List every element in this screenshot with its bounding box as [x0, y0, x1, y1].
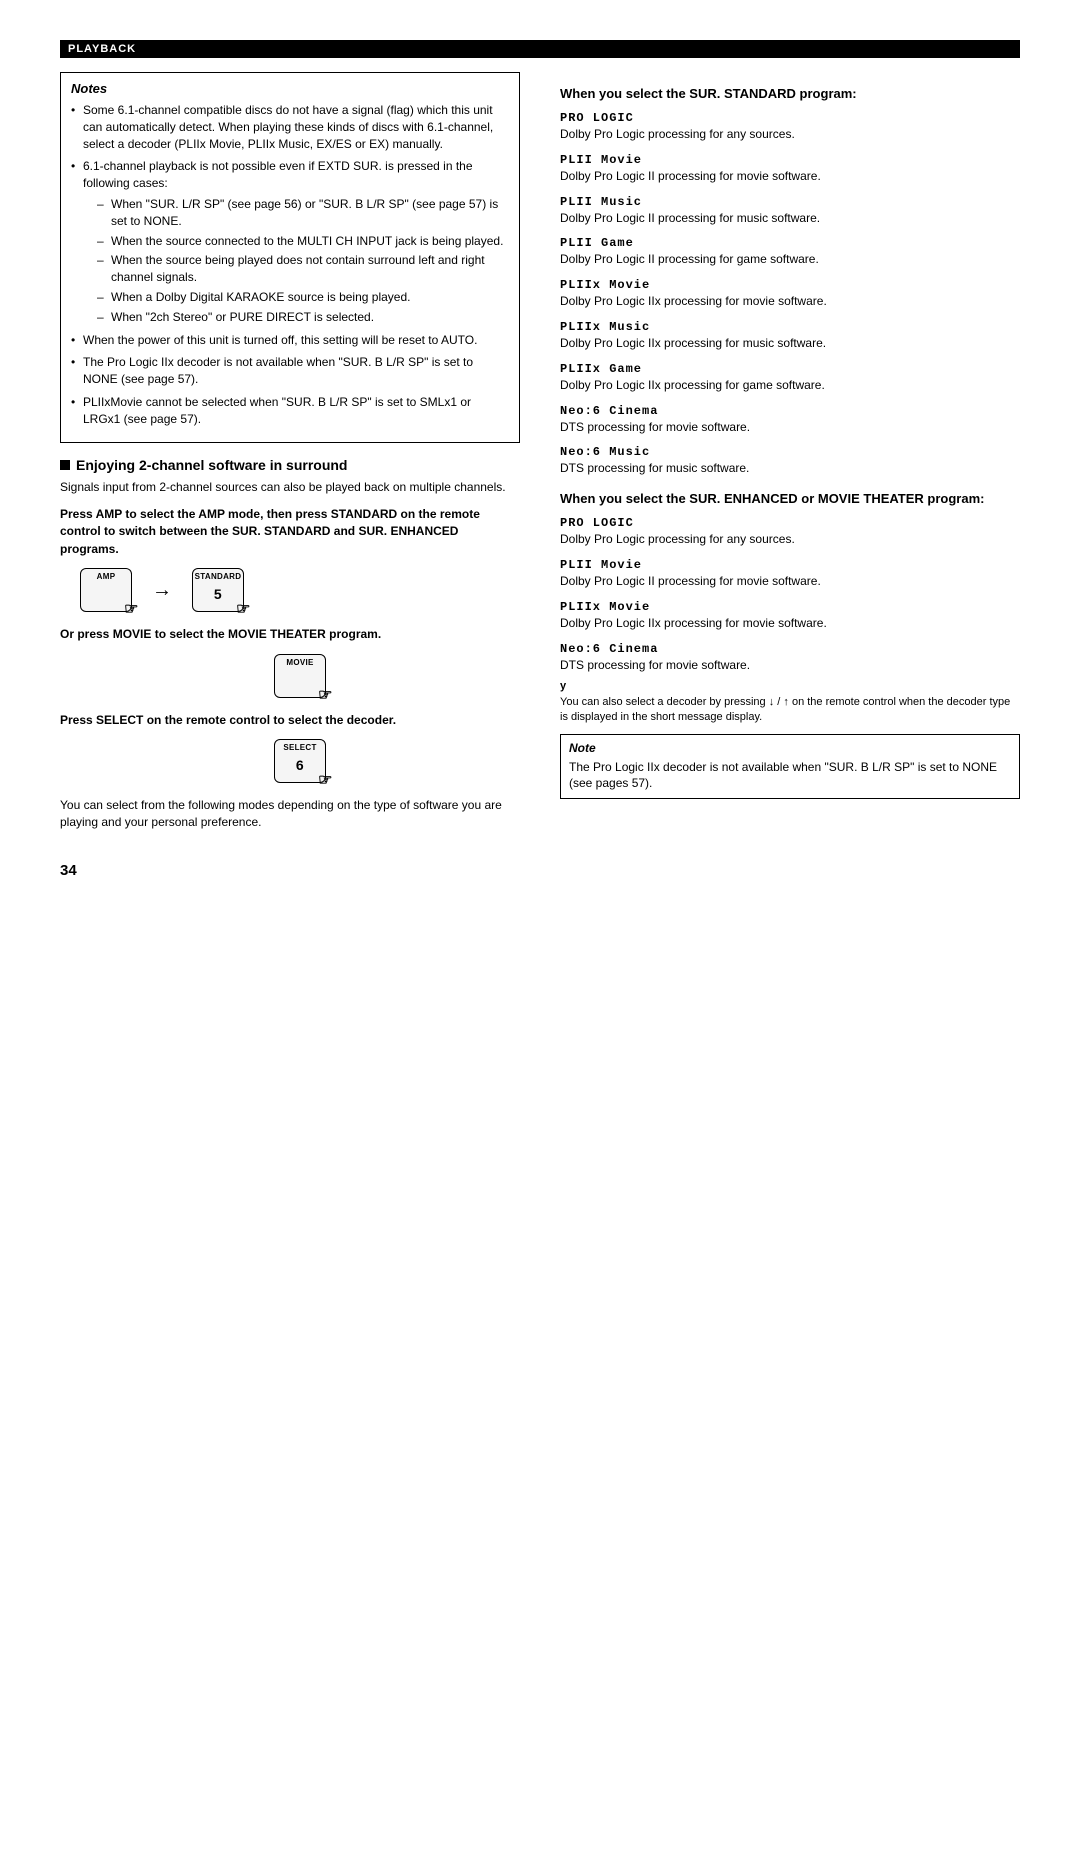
select-btn-number: 6	[296, 757, 304, 773]
standard-btn-shape: STANDARD 5 ☞	[192, 568, 244, 612]
program-name-1: PLII Movie	[560, 153, 1020, 167]
note-item-1: Some 6.1-channel compatible discs do not…	[71, 102, 509, 152]
note-small-text: The Pro Logic IIx decoder is not availab…	[569, 759, 1011, 793]
program-name-5: PLIIx Music	[560, 320, 1020, 334]
notes-list: Some 6.1-channel compatible discs do not…	[71, 102, 509, 428]
select-btn-shape: SELECT 6 ☞	[274, 739, 326, 783]
program-name-2: PLII Music	[560, 195, 1020, 209]
program-name-7: Neo:6 Cinema	[560, 404, 1020, 418]
program-item-4: PLIIx Movie Dolby Pro Logic IIx processi…	[560, 278, 1020, 310]
note-item-4: The Pro Logic IIx decoder is not availab…	[71, 354, 509, 388]
eprogram-desc-2: Dolby Pro Logic IIx processing for movie…	[560, 615, 1020, 632]
program-desc-5: Dolby Pro Logic IIx processing for music…	[560, 335, 1020, 352]
program-item-8: Neo:6 Music DTS processing for music sof…	[560, 445, 1020, 477]
arrow-icon: →	[152, 579, 172, 602]
right-column: When you select the SUR. STANDARD progra…	[560, 72, 1020, 879]
program-name-4: PLIIx Movie	[560, 278, 1020, 292]
amp-hand-icon: ☞	[124, 599, 139, 619]
eprogram-name-3: Neo:6 Cinema	[560, 642, 1020, 656]
section-body: Signals input from 2-channel sources can…	[60, 479, 520, 496]
page-number: 34	[60, 862, 520, 879]
note-item-2: 6.1-channel playback is not possible eve…	[71, 158, 509, 325]
amp-btn-label: AMP	[97, 572, 116, 581]
section-heading: Enjoying 2-channel software in surround	[60, 457, 520, 473]
button-diagram-1: AMP ☞ → STANDARD 5 ☞	[80, 568, 520, 612]
program-desc-6: Dolby Pro Logic IIx processing for game …	[560, 377, 1020, 394]
amp-button-diagram: AMP ☞	[80, 568, 132, 612]
eprogram-desc-3: DTS processing for movie software.	[560, 657, 1020, 674]
note-item-5: PLIIxMovie cannot be selected when "SUR.…	[71, 394, 509, 428]
enhanced-programs-list: PRO LOGIC Dolby Pro Logic processing for…	[560, 516, 1020, 673]
notes-box: Notes Some 6.1-channel compatible discs …	[60, 72, 520, 443]
select-button-diagram: SELECT 6 ☞	[80, 739, 520, 783]
section2-title: When you select the SUR. ENHANCED or MOV…	[560, 491, 1020, 506]
sub-item-1: When "SUR. L/R SP" (see page 56) or "SUR…	[97, 196, 509, 230]
movie-button-diagram: MOVIE ☞	[80, 654, 520, 698]
eprogram-item-3: Neo:6 Cinema DTS processing for movie so…	[560, 642, 1020, 674]
eprogram-name-1: PLII Movie	[560, 558, 1020, 572]
eprogram-item-2: PLIIx Movie Dolby Pro Logic IIx processi…	[560, 600, 1020, 632]
select-hand-icon: ☞	[318, 770, 333, 790]
button-diagram-2: MOVIE ☞	[80, 654, 520, 698]
instruction-2: Or press MOVIE to select the MOVIE THEAT…	[60, 626, 520, 643]
eprogram-item-0: PRO LOGIC Dolby Pro Logic processing for…	[560, 516, 1020, 548]
note-small-title: Note	[569, 741, 1011, 755]
standard-programs-list: PRO LOGIC Dolby Pro Logic processing for…	[560, 111, 1020, 477]
sub-list: When "SUR. L/R SP" (see page 56) or "SUR…	[83, 196, 509, 326]
amp-btn-shape: AMP ☞	[80, 568, 132, 612]
program-name-3: PLII Game	[560, 236, 1020, 250]
program-desc-4: Dolby Pro Logic IIx processing for movie…	[560, 293, 1020, 310]
sub-item-2: When the source connected to the MULTI C…	[97, 233, 509, 250]
program-desc-0: Dolby Pro Logic processing for any sourc…	[560, 126, 1020, 143]
standard-button-diagram: STANDARD 5 ☞	[192, 568, 244, 612]
eprogram-name-2: PLIIx Movie	[560, 600, 1020, 614]
program-item-7: Neo:6 Cinema DTS processing for movie so…	[560, 404, 1020, 436]
notes-title: Notes	[71, 81, 509, 96]
program-item-2: PLII Music Dolby Pro Logic II processing…	[560, 195, 1020, 227]
program-item-5: PLIIx Music Dolby Pro Logic IIx processi…	[560, 320, 1020, 352]
page-header: PLAYBACK	[60, 40, 1020, 58]
movie-btn-label: MOVIE	[286, 658, 313, 667]
program-desc-3: Dolby Pro Logic II processing for game s…	[560, 251, 1020, 268]
eprogram-desc-0: Dolby Pro Logic processing for any sourc…	[560, 531, 1020, 548]
left-column: Notes Some 6.1-channel compatible discs …	[60, 72, 520, 879]
section1-title: When you select the SUR. STANDARD progra…	[560, 86, 1020, 101]
movie-btn-shape: MOVIE ☞	[274, 654, 326, 698]
sub-item-3: When the source being played does not co…	[97, 252, 509, 286]
note-item-3: When the power of this unit is turned of…	[71, 332, 509, 349]
instruction-1: Press AMP to select the AMP mode, then p…	[60, 506, 520, 558]
program-item-3: PLII Game Dolby Pro Logic II processing …	[560, 236, 1020, 268]
sub-item-5: When "2ch Stereo" or PURE DIRECT is sele…	[97, 309, 509, 326]
main-content: Notes Some 6.1-channel compatible discs …	[60, 72, 1020, 879]
sub-item-4: When a Dolby Digital KARAOKE source is b…	[97, 289, 509, 306]
eprogram-item-1: PLII Movie Dolby Pro Logic II processing…	[560, 558, 1020, 590]
note-small-box: Note The Pro Logic IIx decoder is not av…	[560, 734, 1020, 800]
program-desc-1: Dolby Pro Logic II processing for movie …	[560, 168, 1020, 185]
square-bullet-icon	[60, 460, 70, 470]
italic-note: y You can also select a decoder by press…	[560, 679, 1020, 725]
program-desc-7: DTS processing for movie software.	[560, 419, 1020, 436]
program-item-1: PLII Movie Dolby Pro Logic II processing…	[560, 153, 1020, 185]
instruction-3: Press SELECT on the remote control to se…	[60, 712, 520, 729]
program-name-0: PRO LOGIC	[560, 111, 1020, 125]
program-desc-2: Dolby Pro Logic II processing for music …	[560, 210, 1020, 227]
standard-btn-label: STANDARD	[195, 572, 242, 581]
eprogram-name-0: PRO LOGIC	[560, 516, 1020, 530]
standard-hand-icon: ☞	[236, 599, 251, 619]
select-btn-label: SELECT	[283, 743, 316, 752]
header-label: PLAYBACK	[68, 43, 136, 55]
standard-btn-number: 5	[214, 586, 222, 602]
footer-text: You can select from the following modes …	[60, 797, 520, 832]
program-desc-8: DTS processing for music software.	[560, 460, 1020, 477]
button-diagram-3: SELECT 6 ☞	[80, 739, 520, 783]
program-item-6: PLIIx Game Dolby Pro Logic IIx processin…	[560, 362, 1020, 394]
program-name-6: PLIIx Game	[560, 362, 1020, 376]
movie-hand-icon: ☞	[318, 685, 333, 705]
program-item-0: PRO LOGIC Dolby Pro Logic processing for…	[560, 111, 1020, 143]
program-name-8: Neo:6 Music	[560, 445, 1020, 459]
section-heading-text: Enjoying 2-channel software in surround	[76, 457, 347, 473]
eprogram-desc-1: Dolby Pro Logic II processing for movie …	[560, 573, 1020, 590]
